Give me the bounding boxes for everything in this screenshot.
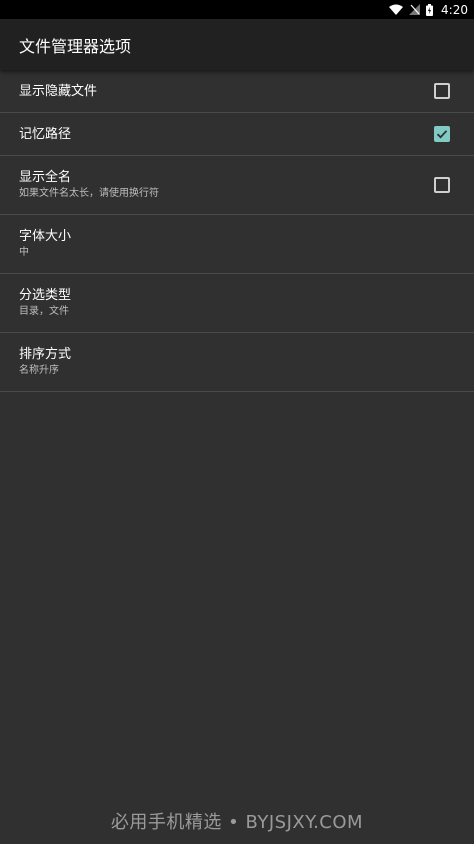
pref-sort-type[interactable]: 分选类型 目录，文件 — [0, 274, 474, 333]
pref-summary: 如果文件名太长，请使用换行符 — [19, 188, 159, 199]
toolbar: 文件管理器选项 — [0, 19, 474, 70]
signal-off-icon — [409, 4, 421, 15]
pref-summary: 目录，文件 — [19, 306, 69, 317]
show-hidden-files-checkbox[interactable] — [434, 83, 450, 99]
pref-summary: 名称升序 — [19, 365, 59, 376]
pref-sort-order[interactable]: 排序方式 名称升序 — [0, 333, 474, 392]
remember-path-checkbox[interactable] — [434, 126, 450, 142]
battery-icon — [426, 3, 434, 16]
pref-show-hidden-files[interactable]: 显示隐藏文件 — [0, 70, 474, 113]
pref-show-full-name[interactable]: 显示全名 如果文件名太长，请使用换行符 — [0, 156, 474, 215]
pref-title: 字体大小 — [19, 229, 72, 244]
pref-title: 记忆路径 — [19, 126, 72, 142]
show-full-name-checkbox[interactable] — [434, 177, 450, 193]
pref-font-size[interactable]: 字体大小 中 — [0, 215, 474, 274]
pref-summary: 中 — [19, 247, 29, 258]
check-icon — [436, 130, 448, 139]
page-title: 文件管理器选项 — [19, 36, 132, 56]
wifi-icon — [389, 4, 404, 15]
pref-title: 显示隐藏文件 — [19, 83, 98, 99]
pref-title: 显示全名 — [19, 170, 72, 185]
pref-title: 分选类型 — [19, 288, 72, 303]
watermark: 必用手机精选 • BYJSJXY.COM — [110, 812, 364, 833]
status-bar: 4:20 — [0, 0, 474, 19]
preferences-list: 显示隐藏文件 记忆路径 显示全名 如果文件名太长，请使用换行符 字体大小 中 分… — [0, 70, 474, 392]
status-time: 4:20 — [441, 2, 468, 17]
pref-remember-path[interactable]: 记忆路径 — [0, 113, 474, 156]
pref-title: 排序方式 — [19, 347, 72, 362]
